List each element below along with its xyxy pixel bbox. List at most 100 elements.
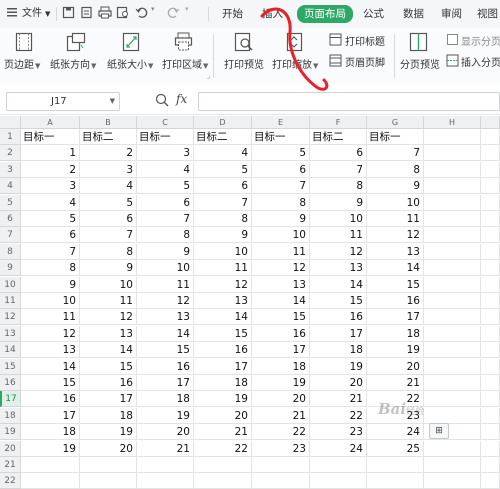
cell-e8[interactable]: 11 <box>252 243 310 260</box>
cell-c4[interactable]: 5 <box>137 178 194 195</box>
show-page-breaks-checkbox[interactable]: 显示分页符 <box>445 32 500 48</box>
cell-b17[interactable]: 17 <box>80 391 137 408</box>
row-header-18[interactable]: 18 <box>0 407 21 424</box>
row-header-6[interactable]: 6 <box>0 211 21 227</box>
cell-d1[interactable]: 目标二 <box>194 129 252 145</box>
row-header-14[interactable]: 14 <box>0 342 21 359</box>
cell-h21[interactable] <box>424 457 481 473</box>
cell-b9[interactable]: 9 <box>80 260 137 277</box>
quick-action-icon[interactable]: ⊞ <box>429 423 449 439</box>
row-header-4[interactable]: 4 <box>0 178 21 195</box>
undo-dropdown-icon[interactable]: ▾ <box>151 5 165 19</box>
cell-g12[interactable]: 17 <box>367 309 424 326</box>
cell-e17[interactable]: 20 <box>252 391 310 408</box>
cell-h3[interactable] <box>424 161 481 178</box>
cell-a11[interactable]: 10 <box>21 293 80 309</box>
cell-a9[interactable]: 8 <box>21 260 80 277</box>
tab-data[interactable]: 数据 <box>403 6 424 22</box>
cell-g8[interactable]: 13 <box>367 243 424 260</box>
cell-d13[interactable]: 15 <box>194 325 252 342</box>
formula-input[interactable] <box>198 92 500 111</box>
cell-h22[interactable] <box>424 473 481 489</box>
cell-d15[interactable]: 17 <box>194 358 252 375</box>
cell-b2[interactable]: 2 <box>80 145 137 162</box>
cell-d11[interactable]: 13 <box>194 293 252 309</box>
cell-b5[interactable]: 5 <box>80 194 137 211</box>
cell-g21[interactable] <box>367 457 424 473</box>
cell-b13[interactable]: 13 <box>80 325 137 342</box>
cell-f14[interactable]: 18 <box>310 342 367 359</box>
cell-overflow[interactable] <box>481 407 500 424</box>
cell-d8[interactable]: 10 <box>194 243 252 260</box>
cell-e16[interactable]: 19 <box>252 375 310 391</box>
cell-a6[interactable]: 5 <box>21 211 80 227</box>
cell-e7[interactable]: 10 <box>252 227 310 244</box>
cell-c17[interactable]: 18 <box>137 391 194 408</box>
column-header-f[interactable]: F <box>310 116 367 129</box>
print-icon[interactable] <box>98 6 112 20</box>
cell-a8[interactable]: 7 <box>21 243 80 260</box>
cell-f8[interactable]: 12 <box>310 243 367 260</box>
cell-a14[interactable]: 13 <box>21 342 80 359</box>
cell-a21[interactable] <box>21 457 80 473</box>
cell-g16[interactable]: 21 <box>367 375 424 391</box>
cell-h5[interactable] <box>424 194 481 211</box>
row-header-3[interactable]: 3 <box>0 161 21 178</box>
cell-a16[interactable]: 15 <box>21 375 80 391</box>
cell-d18[interactable]: 20 <box>194 407 252 424</box>
cell-g9[interactable]: 14 <box>367 260 424 277</box>
name-box[interactable]: J17 ▼ <box>6 92 120 111</box>
cell-f13[interactable]: 17 <box>310 325 367 342</box>
cell-a22[interactable] <box>21 473 80 489</box>
cell-c13[interactable]: 14 <box>137 325 194 342</box>
cell-f16[interactable]: 20 <box>310 375 367 391</box>
print-preview-icon[interactable] <box>116 6 130 20</box>
cell-b12[interactable]: 12 <box>80 309 137 326</box>
cell-g4[interactable]: 9 <box>367 178 424 195</box>
cell-e13[interactable]: 16 <box>252 325 310 342</box>
export-pdf-icon[interactable] <box>80 6 94 20</box>
cell-a5[interactable]: 4 <box>21 194 80 211</box>
cell-g22[interactable] <box>367 473 424 489</box>
cell-a2[interactable]: 1 <box>21 145 80 162</box>
cell-g3[interactable]: 8 <box>367 161 424 178</box>
cell-c2[interactable]: 3 <box>137 145 194 162</box>
cell-a18[interactable]: 17 <box>21 407 80 424</box>
undo-icon[interactable] <box>135 6 149 20</box>
cell-b10[interactable]: 10 <box>80 276 137 293</box>
cell-a7[interactable]: 6 <box>21 227 80 244</box>
cell-overflow[interactable] <box>481 129 500 145</box>
cell-c6[interactable]: 7 <box>137 211 194 227</box>
cell-d6[interactable]: 8 <box>194 211 252 227</box>
cell-b19[interactable]: 19 <box>80 424 137 441</box>
cell-e6[interactable]: 9 <box>252 211 310 227</box>
cell-f17[interactable]: 21 <box>310 391 367 408</box>
cell-e15[interactable]: 18 <box>252 358 310 375</box>
cell-h4[interactable] <box>424 178 481 195</box>
cell-e22[interactable] <box>252 473 310 489</box>
cell-h15[interactable] <box>424 358 481 375</box>
cell-h11[interactable] <box>424 293 481 309</box>
cell-f22[interactable] <box>310 473 367 489</box>
cell-b1[interactable]: 目标二 <box>80 129 137 145</box>
cell-overflow[interactable] <box>481 178 500 195</box>
redo-dropdown-icon[interactable]: ▾ <box>185 5 199 19</box>
cell-h18[interactable] <box>424 407 481 424</box>
cell-f10[interactable]: 14 <box>310 276 367 293</box>
print-preview-button[interactable]: 打印预览 <box>220 28 266 84</box>
row-header-10[interactable]: 10 <box>0 276 21 293</box>
cell-b7[interactable]: 7 <box>80 227 137 244</box>
cell-d9[interactable]: 11 <box>194 260 252 277</box>
cell-h12[interactable] <box>424 309 481 326</box>
column-header-c[interactable]: C <box>137 116 194 129</box>
cell-e14[interactable]: 17 <box>252 342 310 359</box>
cell-b4[interactable]: 4 <box>80 178 137 195</box>
zoom-icon[interactable] <box>155 93 169 110</box>
tab-view[interactable]: 视图 <box>477 6 498 22</box>
cell-d2[interactable]: 4 <box>194 145 252 162</box>
cell-h8[interactable] <box>424 243 481 260</box>
cell-a12[interactable]: 11 <box>21 309 80 326</box>
cell-d5[interactable]: 7 <box>194 194 252 211</box>
row-header-15[interactable]: 15 <box>0 358 21 375</box>
paper-size-button[interactable]: 纸张大小▼ <box>107 28 158 84</box>
